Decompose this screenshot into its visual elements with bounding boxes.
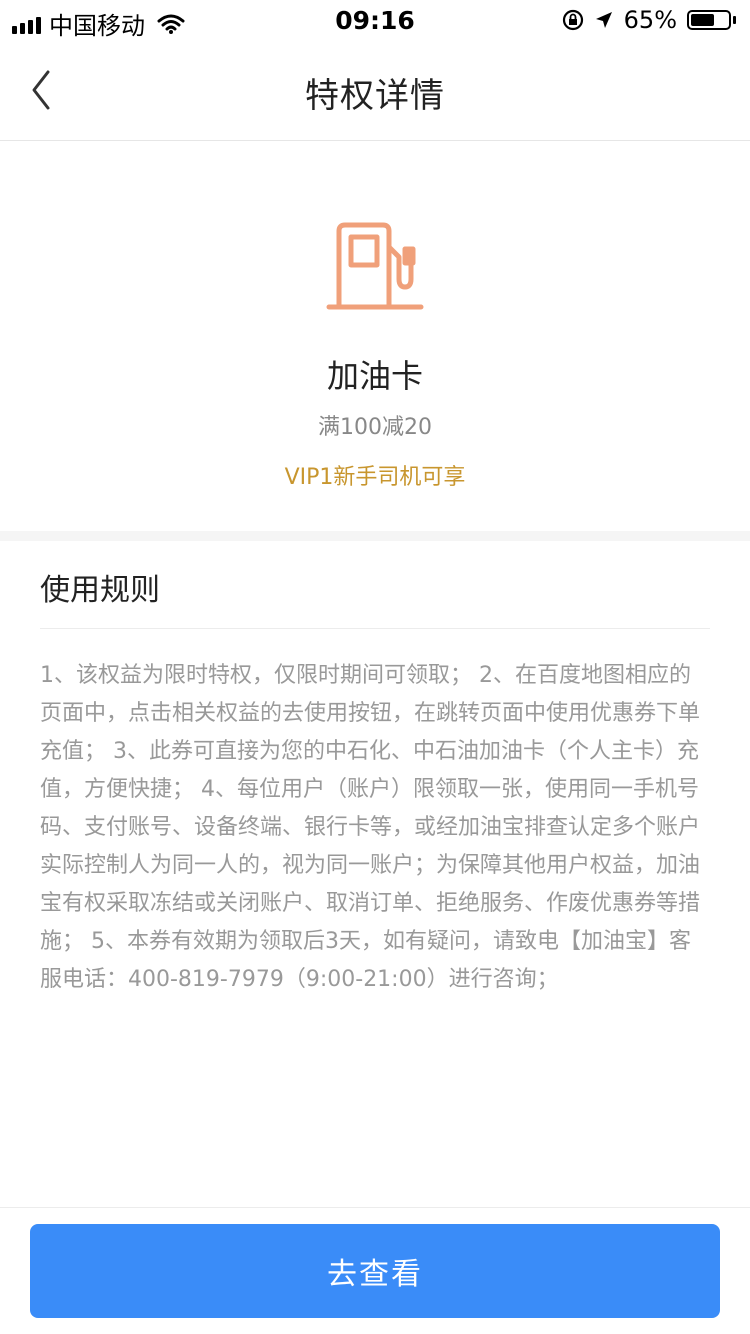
orientation-lock-icon [562, 9, 583, 31]
rules-text: 1、该权益为限时特权，仅限时期间可领取； 2、在百度地图相应的页面中，点击相关权… [40, 663, 701, 992]
footer-divider [0, 1207, 750, 1208]
rules-title: 使用规则 [40, 573, 160, 608]
page-title: 特权详情 [305, 76, 445, 116]
rules-divider [40, 628, 710, 629]
section-divider [0, 531, 750, 541]
go-view-button[interactable]: 去查看 [30, 1224, 720, 1318]
privilege-card: 加油卡 满100减20 VIP1新手司机可享 [0, 141, 750, 531]
nav-bar: 特权详情 [0, 40, 750, 141]
card-title: 加油卡 [326, 357, 423, 395]
gas-pump-icon [326, 222, 424, 310]
location-arrow-icon [595, 12, 612, 28]
status-bar: 中国移动 09:16 65% [0, 0, 750, 40]
battery-icon [687, 10, 736, 30]
status-right: 65% [562, 6, 736, 34]
battery-percent: 65% [623, 6, 677, 34]
card-eligibility: VIP1新手司机可享 [284, 465, 466, 490]
card-description: 满100减20 [318, 415, 432, 440]
